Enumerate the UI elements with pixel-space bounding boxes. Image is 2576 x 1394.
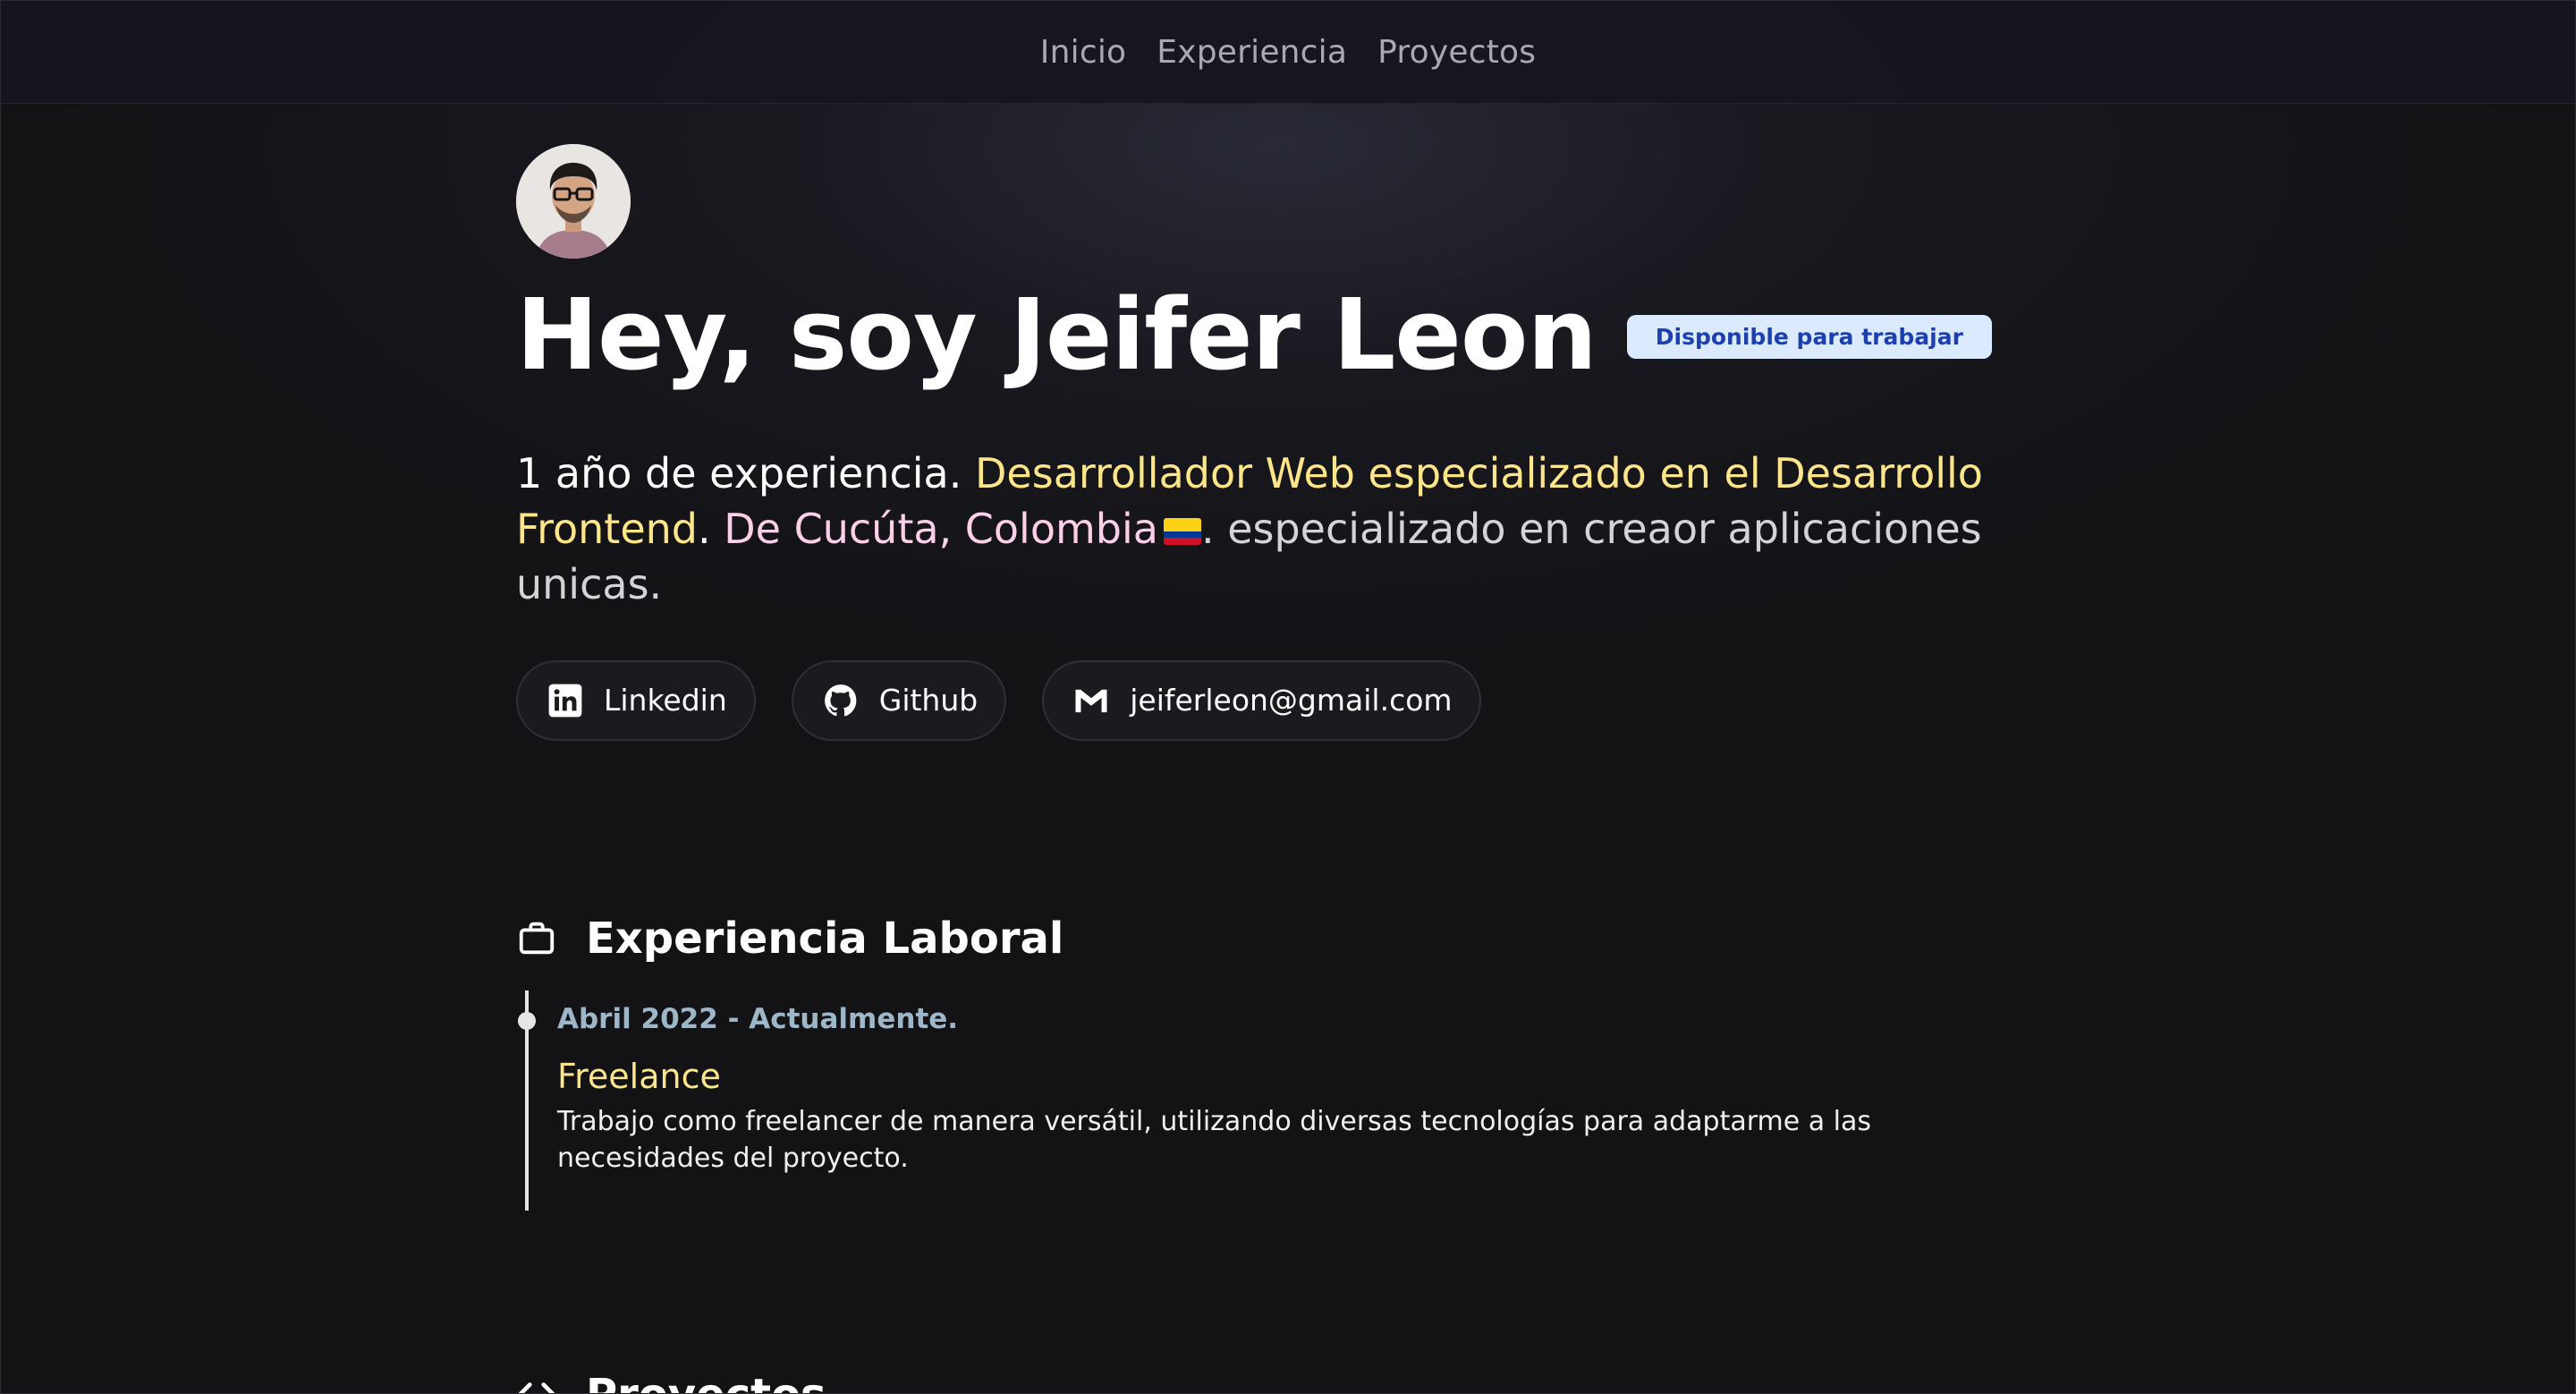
email-button[interactable]: jeiferleon@gmail.com bbox=[1042, 659, 1481, 741]
colombia-flag-icon bbox=[1163, 517, 1201, 545]
nav-link-inicio[interactable]: Inicio bbox=[1040, 34, 1126, 71]
github-button[interactable]: Github bbox=[791, 659, 1007, 741]
intro-period: . bbox=[698, 504, 711, 553]
nav-link-experiencia[interactable]: Experiencia bbox=[1157, 34, 1347, 71]
status-badge: Disponible para trabajar bbox=[1626, 314, 1992, 359]
linkedin-button[interactable]: Linkedin bbox=[516, 659, 756, 741]
email-label: jeiferleon@gmail.com bbox=[1130, 683, 1453, 718]
experience-header: Experiencia Laboral bbox=[516, 914, 2037, 964]
intro-text: 1 año de experiencia. Desarrollador Web … bbox=[516, 446, 1983, 612]
intro-experience: 1 año de experiencia. bbox=[516, 448, 962, 497]
github-icon bbox=[824, 684, 857, 716]
code-icon bbox=[518, 1382, 555, 1393]
experience-title: Experiencia Laboral bbox=[586, 914, 1064, 964]
experience-date: Abril 2022 - Actualmente. bbox=[557, 1003, 959, 1035]
gmail-icon bbox=[1075, 689, 1107, 712]
experience-description: Trabajo como freelancer de manera versát… bbox=[557, 1106, 1872, 1174]
profile-photo-icon bbox=[516, 144, 631, 259]
top-navigation: Inicio Experiencia Proyectos bbox=[1, 1, 2575, 104]
projects-section: Proyectos bbox=[516, 1370, 826, 1393]
avatar bbox=[516, 144, 631, 259]
timeline-dot bbox=[518, 1012, 536, 1030]
linkedin-label: Linkedin bbox=[604, 683, 727, 718]
experience-section: Experiencia Laboral Abril 2022 - Actualm… bbox=[516, 914, 2037, 1211]
linkedin-icon bbox=[548, 684, 582, 717]
intro-location: De Cucúta, Colombia bbox=[724, 504, 1158, 553]
hero-section: Hey, soy Jeifer Leon Disponible para tra… bbox=[516, 144, 2037, 741]
github-label: Github bbox=[878, 683, 979, 718]
page: Inicio Experiencia Proyectos Hey, soy Je… bbox=[0, 0, 2576, 1394]
nav-link-proyectos[interactable]: Proyectos bbox=[1377, 34, 1536, 71]
projects-title: Proyectos bbox=[586, 1370, 826, 1393]
briefcase-icon bbox=[519, 922, 555, 955]
experience-timeline: Abril 2022 - Actualmente. Freelance Trab… bbox=[518, 990, 2037, 1211]
contact-links: Linkedin Github jeiferleon@gmail.com bbox=[516, 659, 2037, 741]
experience-role: Freelance bbox=[557, 1057, 721, 1096]
title-row: Hey, soy Jeifer Leon Disponible para tra… bbox=[516, 278, 2037, 392]
page-title: Hey, soy Jeifer Leon bbox=[516, 277, 1597, 392]
